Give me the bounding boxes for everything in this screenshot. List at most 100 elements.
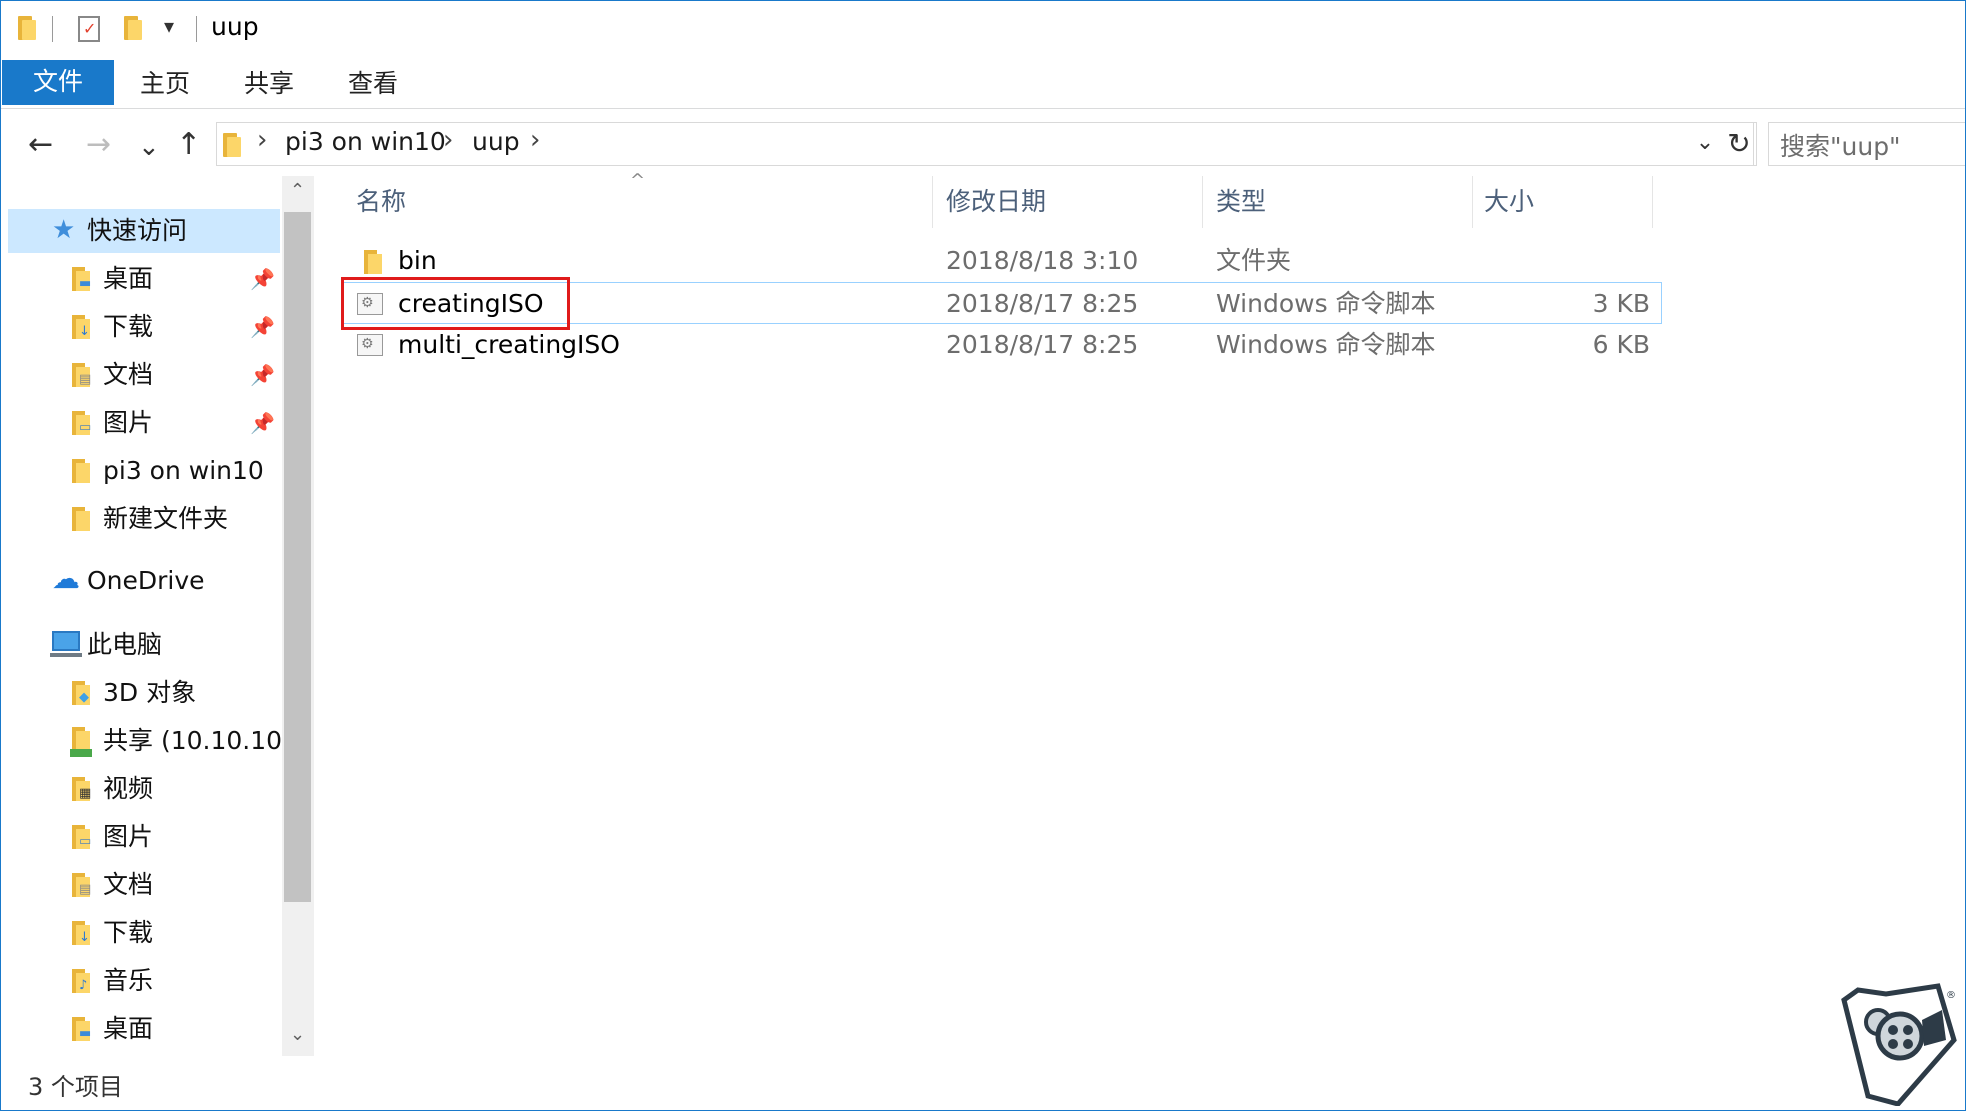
annotation-highlight-box — [341, 277, 570, 330]
address-history-dropdown[interactable]: ⌄ — [1690, 122, 1720, 164]
folder-icon[interactable] — [18, 14, 38, 40]
file-date: 2018/8/18 3:10 — [946, 246, 1139, 275]
scroll-down-arrow[interactable]: ⌄ — [282, 1024, 313, 1045]
sidebar-item-pictures[interactable]: ▭ 图片 📌 — [70, 401, 280, 445]
pin-icon[interactable]: 📌 — [250, 305, 275, 349]
sidebar-item-desktop-pc[interactable]: ▬ 桌面 — [70, 1007, 280, 1051]
up-button[interactable]: ↑ — [176, 128, 201, 162]
scrollbar-thumb[interactable] — [284, 212, 311, 902]
sidebar-item-pi3-on-win10[interactable]: pi3 on win10 — [70, 449, 280, 493]
column-header-name[interactable]: 名称 — [356, 170, 916, 228]
network-drive-base — [70, 749, 92, 757]
nav-pane-scrollbar[interactable]: ⌃ ⌄ — [282, 176, 313, 1056]
file-row[interactable]: ⚙ multi_creatingISO 2018/8/17 8:25 Windo… — [342, 324, 1662, 366]
cloud-icon: ☁ — [52, 562, 80, 595]
network-drive-icon — [72, 727, 90, 751]
sidebar-item-music[interactable]: ♪ 音乐 — [70, 959, 280, 1003]
computer-base — [50, 653, 82, 657]
divider — [52, 16, 53, 42]
sidebar-item-documents[interactable]: ▤ 文档 📌 — [70, 353, 280, 397]
file-date: 2018/8/17 8:25 — [946, 289, 1139, 318]
address-bar[interactable]: › pi3 on win10 › uup › — [216, 122, 1754, 166]
breadcrumb-uup[interactable]: uup — [472, 127, 520, 156]
chevron-right-icon[interactable]: › — [443, 125, 453, 155]
sidebar-item-new-folder[interactable]: 新建文件夹 — [70, 497, 280, 541]
file-date: 2018/8/17 8:25 — [946, 330, 1139, 359]
file-type: Windows 命令脚本 — [1216, 330, 1436, 359]
divider — [196, 16, 197, 42]
sidebar-item-downloads-pc[interactable]: ↓ 下载 — [70, 911, 280, 955]
downloads-folder-icon: ↓ — [72, 921, 90, 945]
documents-folder-icon: ▤ — [72, 363, 91, 387]
logo-hole — [1903, 1039, 1913, 1049]
column-divider[interactable] — [1652, 176, 1653, 228]
scroll-up-arrow[interactable]: ⌃ — [282, 180, 313, 201]
search-placeholder: 搜索"uup" — [1780, 132, 1901, 161]
folder-icon — [72, 507, 90, 531]
sidebar-item-quick-access[interactable]: ★ 快速访问 — [52, 209, 278, 253]
tab-share[interactable]: 共享 — [244, 60, 294, 105]
logo-hole — [1888, 1025, 1898, 1035]
tab-home[interactable]: 主页 — [140, 60, 190, 105]
chevron-right-icon[interactable]: › — [530, 125, 540, 155]
file-row[interactable]: bin 2018/8/18 3:10 文件夹 — [342, 240, 1662, 282]
tab-file[interactable]: 文件 — [2, 60, 114, 105]
sidebar-item-this-pc[interactable]: 此电脑 — [50, 623, 278, 667]
sidebar-item-3d-objects[interactable]: ◆ 3D 对象 — [70, 671, 280, 715]
column-divider[interactable] — [932, 176, 933, 228]
forward-button[interactable]: → — [86, 128, 111, 162]
file-type: Windows 命令脚本 — [1216, 289, 1436, 318]
column-divider[interactable] — [1472, 176, 1473, 228]
navigation-pane: ★ 快速访问 ▬ 桌面 📌 ↓ 下载 📌 ▤ 文档 📌 ▭ 图片 📌 pi3 o… — [0, 175, 282, 1055]
navigation-bar: ← → ⌄ ↑ › pi3 on win10 › uup › ⌄ ↻ 搜索"uu… — [0, 120, 1966, 170]
title-bar: ✓ ▾ uup — [0, 0, 1966, 60]
downloads-folder-icon: ↓ — [72, 315, 90, 339]
file-name: multi_creatingISO — [398, 330, 620, 359]
search-input[interactable]: 搜索"uup" — [1768, 122, 1966, 166]
window-title: uup — [211, 12, 259, 41]
column-header-type[interactable]: 类型 — [1216, 170, 1466, 228]
column-header-date[interactable]: 修改日期 — [946, 170, 1196, 228]
file-size: 6 KB — [1592, 330, 1650, 359]
pin-icon[interactable]: 📌 — [250, 257, 275, 301]
file-type: 文件夹 — [1216, 246, 1292, 275]
status-item-count: 3 个项目 — [28, 1073, 123, 1101]
pane-divider[interactable] — [313, 176, 314, 1056]
star-icon: ★ — [52, 215, 76, 245]
3d-objects-folder-icon: ◆ — [72, 681, 90, 705]
computer-icon — [52, 631, 80, 651]
logo-hole — [1888, 1039, 1898, 1049]
folder-icon — [223, 131, 243, 157]
column-divider[interactable] — [1202, 176, 1203, 228]
folder-icon — [364, 250, 382, 274]
sidebar-item-pictures-pc[interactable]: ▭ 图片 — [70, 815, 280, 859]
properties-icon[interactable]: ✓ — [78, 16, 100, 42]
script-icon: ⚙ — [357, 334, 383, 356]
sidebar-item-documents-pc[interactable]: ▤ 文档 — [70, 863, 280, 907]
desktop-folder-icon: ▬ — [72, 267, 91, 291]
new-folder-icon[interactable] — [124, 14, 144, 40]
videos-folder-icon: ▦ — [72, 777, 91, 801]
file-explorer-window: ✓ ▾ uup 文件 主页 共享 查看 ← → ⌄ ↑ › pi3 on win… — [0, 0, 1966, 1111]
sidebar-item-onedrive[interactable]: ☁ OneDrive — [52, 559, 278, 603]
sidebar-item-desktop[interactable]: ▬ 桌面 📌 — [70, 257, 280, 301]
tab-view[interactable]: 查看 — [348, 60, 398, 105]
sidebar-item-downloads[interactable]: ↓ 下载 📌 — [70, 305, 280, 349]
pin-icon[interactable]: 📌 — [250, 401, 275, 445]
back-button[interactable]: ← — [28, 128, 53, 162]
logo-registered-mark: ® — [1946, 990, 1956, 1001]
ribbon-tabs: 文件 主页 共享 查看 — [0, 60, 1966, 109]
pin-icon[interactable]: 📌 — [250, 353, 275, 397]
sidebar-item-network-share[interactable]: 共享 (10.10.10.2 — [70, 719, 282, 763]
documents-folder-icon: ▤ — [72, 873, 91, 897]
pictures-folder-icon: ▭ — [72, 411, 91, 435]
sidebar-item-videos[interactable]: ▦ 视频 — [70, 767, 280, 811]
folder-icon — [72, 459, 90, 483]
recent-locations-button[interactable]: ⌄ — [138, 130, 160, 164]
file-size: 3 KB — [1592, 289, 1650, 318]
column-header-size[interactable]: 大小 — [1484, 170, 1644, 228]
breadcrumb-pi3-on-win10[interactable]: pi3 on win10 — [285, 127, 446, 156]
customize-toolbar-dropdown[interactable]: ▾ — [164, 14, 174, 38]
refresh-button[interactable]: ↻ — [1722, 122, 1757, 166]
chevron-right-icon[interactable]: › — [257, 125, 267, 155]
